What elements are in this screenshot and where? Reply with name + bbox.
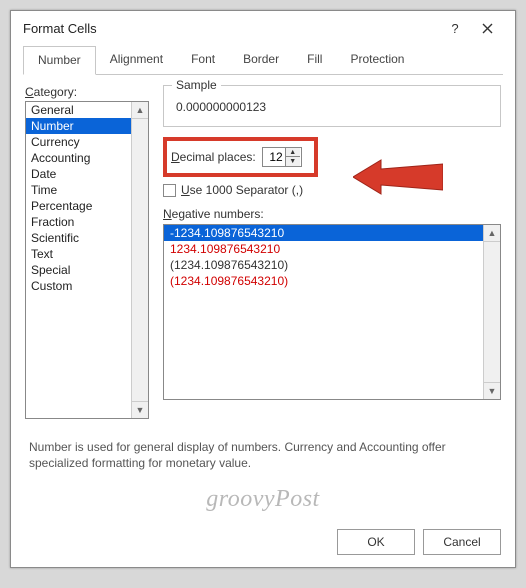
sample-value: 0.000000000123 [174, 94, 490, 116]
close-icon [482, 23, 493, 34]
sample-label: Sample [172, 78, 221, 92]
tab-font[interactable]: Font [177, 46, 229, 75]
negative-numbers-listbox[interactable]: -1234.109876543210 1234.109876543210 (12… [163, 224, 501, 400]
category-item-special[interactable]: Special [26, 262, 148, 278]
tab-alignment[interactable]: Alignment [96, 46, 177, 75]
help-button[interactable]: ? [439, 12, 471, 44]
negative-format-item[interactable]: 1234.109876543210 [164, 241, 500, 257]
spinner-up-icon[interactable]: ▲ [286, 148, 300, 157]
tab-strip: Number Alignment Font Border Fill Protec… [23, 45, 503, 75]
ok-button[interactable]: OK [337, 529, 415, 555]
category-item-general[interactable]: General [26, 102, 148, 118]
scroll-down-icon[interactable]: ▼ [483, 382, 500, 399]
scrollbar[interactable] [131, 119, 148, 401]
category-label: Category: [25, 85, 155, 99]
category-item-scientific[interactable]: Scientific [26, 230, 148, 246]
titlebar: Format Cells ? [11, 11, 515, 45]
cancel-button[interactable]: Cancel [423, 529, 501, 555]
category-item-currency[interactable]: Currency [26, 134, 148, 150]
category-item-date[interactable]: Date [26, 166, 148, 182]
close-button[interactable] [471, 12, 503, 44]
tab-protection[interactable]: Protection [336, 46, 418, 75]
decimal-highlight: Decimal places: ▲ ▼ [163, 137, 318, 177]
category-item-fraction[interactable]: Fraction [26, 214, 148, 230]
negative-numbers-label: Negative numbers: [163, 207, 501, 221]
category-listbox[interactable]: General Number Currency Accounting Date … [25, 101, 149, 419]
category-item-percentage[interactable]: Percentage [26, 198, 148, 214]
negative-format-item[interactable]: -1234.109876543210 [164, 225, 500, 241]
category-item-time[interactable]: Time [26, 182, 148, 198]
negative-format-item[interactable]: (1234.109876543210) [164, 273, 500, 289]
scroll-up-icon[interactable]: ▲ [483, 225, 500, 242]
category-item-number[interactable]: Number [26, 118, 148, 134]
dialog-title: Format Cells [23, 21, 97, 36]
watermark: groovyPost [11, 486, 515, 513]
decimal-places-label: Decimal places: [171, 150, 256, 164]
tab-fill[interactable]: Fill [293, 46, 336, 75]
thousands-separator-checkbox[interactable] [163, 184, 176, 197]
negative-format-item[interactable]: (1234.109876543210) [164, 257, 500, 273]
tab-border[interactable]: Border [229, 46, 293, 75]
scrollbar[interactable] [483, 242, 500, 382]
category-item-custom[interactable]: Custom [26, 278, 148, 294]
thousands-separator-label: Use 1000 Separator (,) [181, 183, 303, 197]
category-item-text[interactable]: Text [26, 246, 148, 262]
format-cells-dialog: Format Cells ? Number Alignment Font Bor… [10, 10, 516, 568]
decimal-places-input[interactable] [263, 148, 285, 166]
scroll-up-icon[interactable]: ▲ [131, 102, 148, 119]
scroll-down-icon[interactable]: ▼ [131, 401, 148, 418]
sample-group: Sample 0.000000000123 [163, 85, 501, 127]
format-description: Number is used for general display of nu… [11, 419, 515, 471]
tab-number[interactable]: Number [23, 46, 96, 75]
spinner-down-icon[interactable]: ▼ [286, 157, 300, 166]
category-item-accounting[interactable]: Accounting [26, 150, 148, 166]
decimal-places-spinner[interactable]: ▲ ▼ [262, 147, 302, 167]
